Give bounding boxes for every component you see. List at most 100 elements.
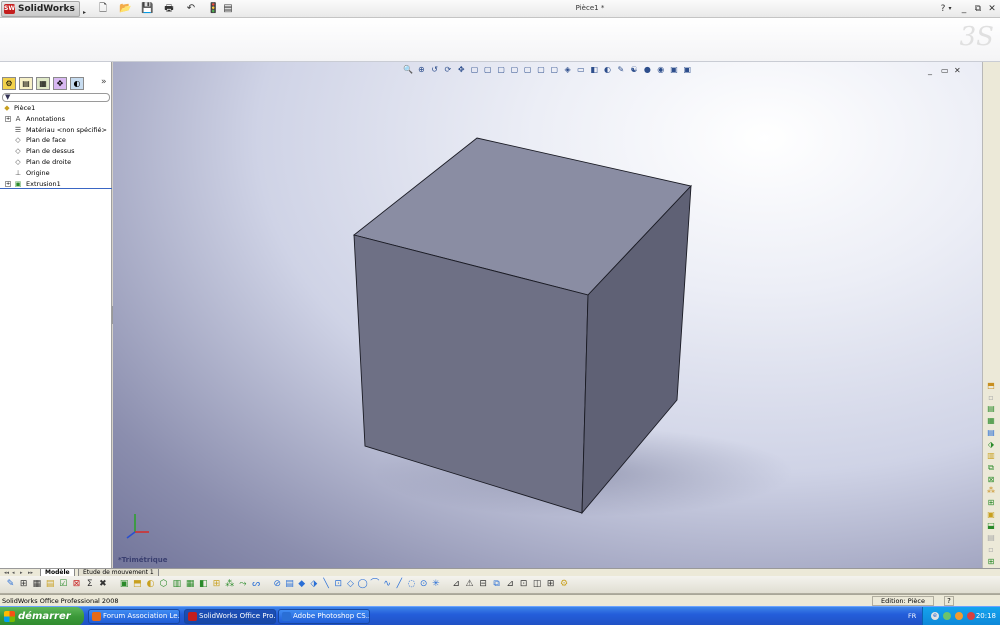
tree-item[interactable]: ◇ Plan de face [0, 135, 112, 145]
panel-expand-button[interactable]: » [101, 77, 107, 87]
sketch-tool-icon[interactable]: ⊞ [211, 579, 222, 590]
language-indicator[interactable]: FR [908, 612, 916, 620]
sketch-tool-icon[interactable]: ⁂ [224, 579, 235, 590]
sketch-tool-icon[interactable]: ▤ [284, 579, 295, 590]
tree-item[interactable]: ⊥ Origine [0, 168, 112, 178]
sketch-tool-icon[interactable]: ⊡ [333, 579, 344, 590]
sketch-tool-icon[interactable]: ⊠ [71, 579, 82, 590]
sketch-tool-icon[interactable]: ⚙ [559, 579, 570, 590]
restore-icon[interactable]: ⧉ [972, 3, 984, 15]
open-button[interactable]: 📂 [119, 3, 131, 15]
sketch-tool-icon[interactable]: ⬡ [158, 579, 169, 590]
sketch-tool-icon[interactable]: ⬗ [308, 579, 319, 590]
sketch-tool-icon[interactable]: ◫ [532, 579, 543, 590]
feature-tool-icon[interactable]: ▣ [985, 509, 997, 520]
rebuild-button[interactable]: 🚦 [207, 3, 219, 15]
close-icon[interactable]: ✕ [986, 3, 998, 15]
tab-display-manager[interactable]: ◐ [70, 77, 84, 90]
sketch-tool-icon[interactable]: ◐ [145, 579, 156, 590]
sketch-tool-icon[interactable]: ⚠ [464, 579, 475, 590]
sketch-tool-icon[interactable]: ᔕ [251, 579, 262, 590]
tree-item[interactable]: + ▣ Extrusion1 [0, 179, 112, 189]
options-button[interactable]: ▤ [222, 3, 234, 15]
sketch-tool-icon[interactable]: ▤ [45, 579, 56, 590]
feature-tool-icon[interactable]: ▫ [985, 392, 997, 403]
undo-button[interactable]: ↶ [185, 3, 197, 15]
solidworks-menu-button[interactable]: SW SolidWorks ▸ [1, 1, 86, 17]
feature-tool-icon[interactable]: ⁂ [985, 485, 997, 496]
sketch-tool-icon[interactable]: ◧ [198, 579, 209, 590]
sketch-tool-icon[interactable]: ⤳ [237, 579, 248, 590]
minimize-icon[interactable]: _ [958, 3, 970, 15]
tab-configuration-manager[interactable]: ▦ [36, 77, 50, 90]
sketch-tool-icon[interactable]: ☑ [58, 579, 69, 590]
sketch-tool-icon[interactable]: ⊞ [18, 579, 29, 590]
sketch-tool-icon[interactable]: ⧉ [491, 579, 502, 590]
graphics-area[interactable]: 🔍 ⊕ ↺ ⟳ ✥ ▢ ▢ ▢ ▢ ▢ ▢ ▢ ◈ ▭ ◧ ◐ ✎ ☯ ● ◉ ▣ ▣ _ ▭ ✕ *Trimétrique … [113, 62, 982, 568]
filter-field[interactable]: ▼ [2, 93, 110, 102]
tab-feature-manager[interactable]: ⚙ [2, 77, 16, 90]
tree-item-label: Matériau <non spécifié> [26, 125, 107, 134]
feature-tool-icon[interactable]: ▦ [985, 415, 997, 426]
sketch-tool-icon[interactable]: ⊟ [478, 579, 489, 590]
sketch-tool-icon[interactable]: ╲ [321, 579, 332, 590]
sketch-tool-icon[interactable]: ⊞ [545, 579, 556, 590]
print-button[interactable]: 🖶 [163, 3, 175, 15]
sketch-tool-icon[interactable]: ⊿ [451, 579, 462, 590]
sketch-tool-icon[interactable]: ▦ [31, 579, 42, 590]
feature-tool-icon[interactable]: ⊞ [985, 497, 997, 508]
sketch-tool-icon[interactable]: ╱ [394, 579, 405, 590]
sketch-tool-icon[interactable]: ⊙ [418, 579, 429, 590]
taskbar-item[interactable]: Forum Association Le... [88, 609, 180, 624]
tab-property-manager[interactable]: ▤ [19, 77, 33, 90]
network-tray-icon[interactable] [943, 612, 951, 620]
sketch-tool-icon[interactable]: ✖ [97, 579, 108, 590]
feature-tool-icon[interactable]: ⬒ [985, 380, 997, 391]
feature-tool-icon[interactable]: ⊠ [985, 474, 997, 485]
tree-item[interactable]: ☰ Matériau <non spécifié> [0, 125, 112, 135]
sketch-tool-icon[interactable]: ◌ [406, 579, 417, 590]
taskbar-item[interactable]: SolidWorks Office Pro... [184, 609, 276, 624]
feature-tool-icon[interactable]: ⧉ [985, 462, 997, 473]
sketch-tool-icon[interactable]: ⊘ [272, 579, 283, 590]
sketch-tool-icon[interactable]: ▥ [171, 579, 182, 590]
expand-toggle-icon[interactable]: + [5, 115, 11, 122]
feature-tool-icon[interactable]: ▤ [985, 532, 997, 543]
sketch-tool-icon[interactable]: ◇ [345, 579, 356, 590]
sketch-tool-icon[interactable]: ▣ [119, 579, 130, 590]
tree-item[interactable]: + A Annotations [0, 114, 112, 124]
feature-tool-icon[interactable]: ▤ [985, 427, 997, 438]
sketch-tool-icon[interactable]: ✳ [430, 579, 441, 590]
antivirus-tray-icon[interactable] [967, 612, 975, 620]
tree-item[interactable]: ◆ Pièce1 [0, 103, 112, 113]
feature-tool-icon[interactable]: ▥ [985, 450, 997, 461]
feature-tool-icon[interactable]: ⬓ [985, 520, 997, 531]
sketch-tool-icon[interactable]: ⬒ [132, 579, 143, 590]
sketch-tool-icon[interactable]: ▦ [185, 579, 196, 590]
feature-tool-icon[interactable]: ⊞ [985, 556, 997, 567]
ie-tray-icon[interactable]: e [931, 612, 939, 620]
tab-dimxpert[interactable]: ✥ [53, 77, 67, 90]
feature-tool-icon[interactable]: ▤ [985, 403, 997, 414]
sketch-tool-icon[interactable]: ⌒ [369, 579, 380, 590]
sketch-tool-icon[interactable]: ∿ [382, 579, 393, 590]
taskbar-item[interactable]: Adobe Photoshop CS... [278, 609, 370, 624]
feature-tool-icon[interactable]: ▫ [985, 544, 997, 555]
tree-item[interactable]: ◇ Plan de dessus [0, 146, 112, 156]
task-label: SolidWorks Office Pro... [199, 612, 276, 620]
sketch-tool-icon[interactable]: ⊡ [518, 579, 529, 590]
expand-toggle-icon[interactable]: + [5, 180, 11, 187]
sketch-tool-icon[interactable]: ◆ [296, 579, 307, 590]
sketch-tool-icon[interactable]: ◯ [357, 579, 368, 590]
status-help-button[interactable]: ? [944, 596, 954, 606]
security-tray-icon[interactable] [955, 612, 963, 620]
sketch-tool-icon[interactable]: ✎ [5, 579, 16, 590]
help-dropdown-icon[interactable]: ▾ [944, 3, 956, 15]
feature-tool-icon[interactable]: ⬗ [985, 439, 997, 450]
tree-item[interactable]: ◇ Plan de droite [0, 157, 112, 167]
start-button[interactable]: démarrer [0, 607, 84, 625]
new-document-button[interactable]: 🗋 [97, 3, 109, 15]
save-button[interactable]: 💾 [141, 3, 153, 15]
sketch-tool-icon[interactable]: ⊿ [505, 579, 516, 590]
sketch-tool-icon[interactable]: Σ [84, 579, 95, 590]
